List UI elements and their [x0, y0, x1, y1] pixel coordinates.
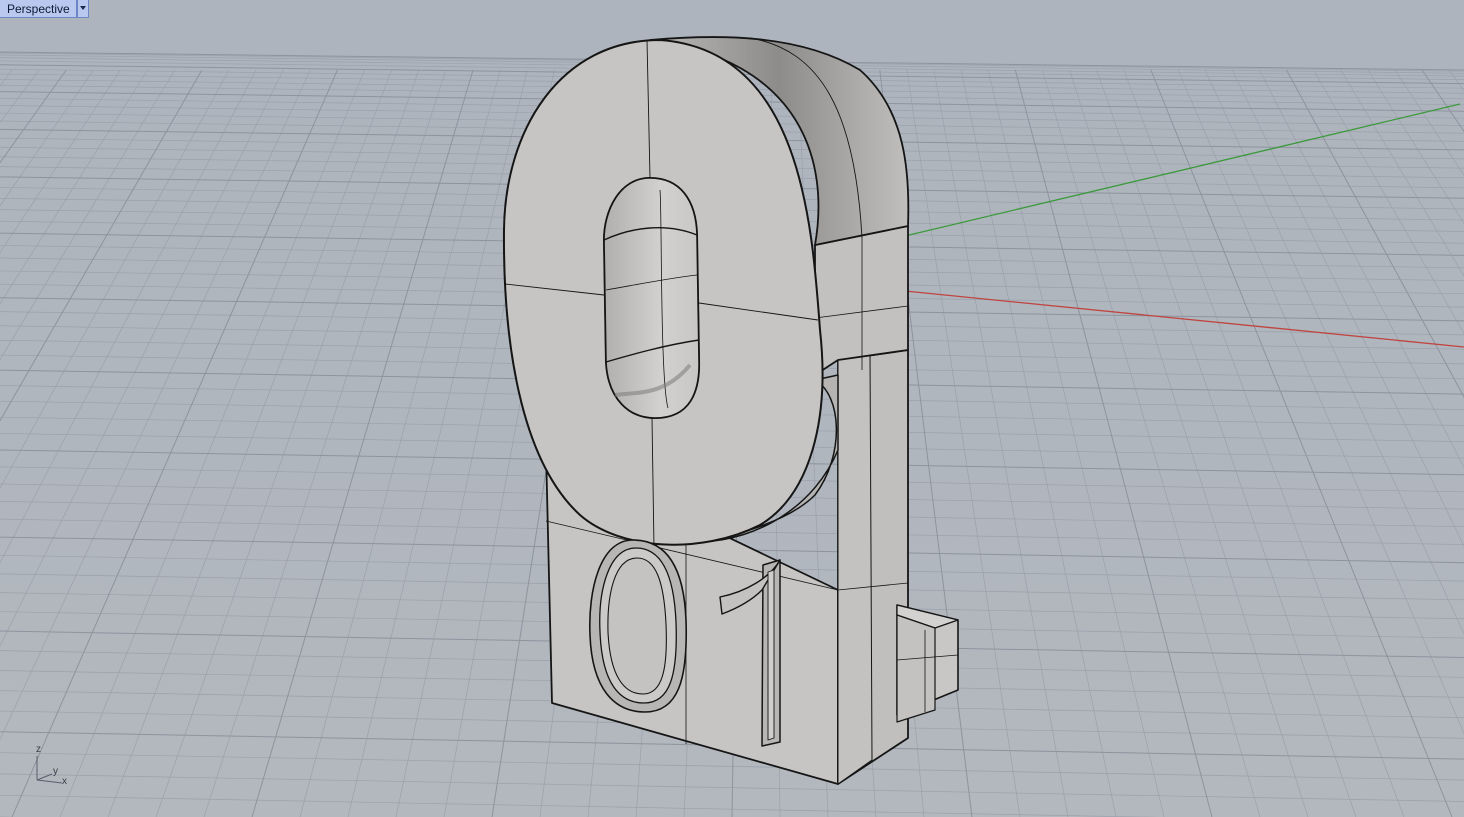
viewport-title-tab[interactable]: Perspective — [0, 0, 89, 18]
base-right-strip — [837, 351, 873, 785]
axis-y-label: y — [53, 766, 58, 777]
viewport-menu-button[interactable] — [76, 0, 89, 18]
perspective-viewport[interactable] — [0, 0, 1464, 817]
viewport-title[interactable]: Perspective — [0, 0, 77, 18]
viewport-canvas[interactable] — [0, 0, 1464, 817]
axes-widget: z y x — [30, 744, 74, 790]
model-solid[interactable] — [502, 36, 959, 785]
upper-block-face — [814, 225, 909, 376]
zero-hole — [603, 177, 700, 419]
axis-z-label: z — [36, 744, 41, 755]
chevron-down-icon — [79, 5, 86, 10]
axis-x-label: x — [62, 776, 67, 787]
